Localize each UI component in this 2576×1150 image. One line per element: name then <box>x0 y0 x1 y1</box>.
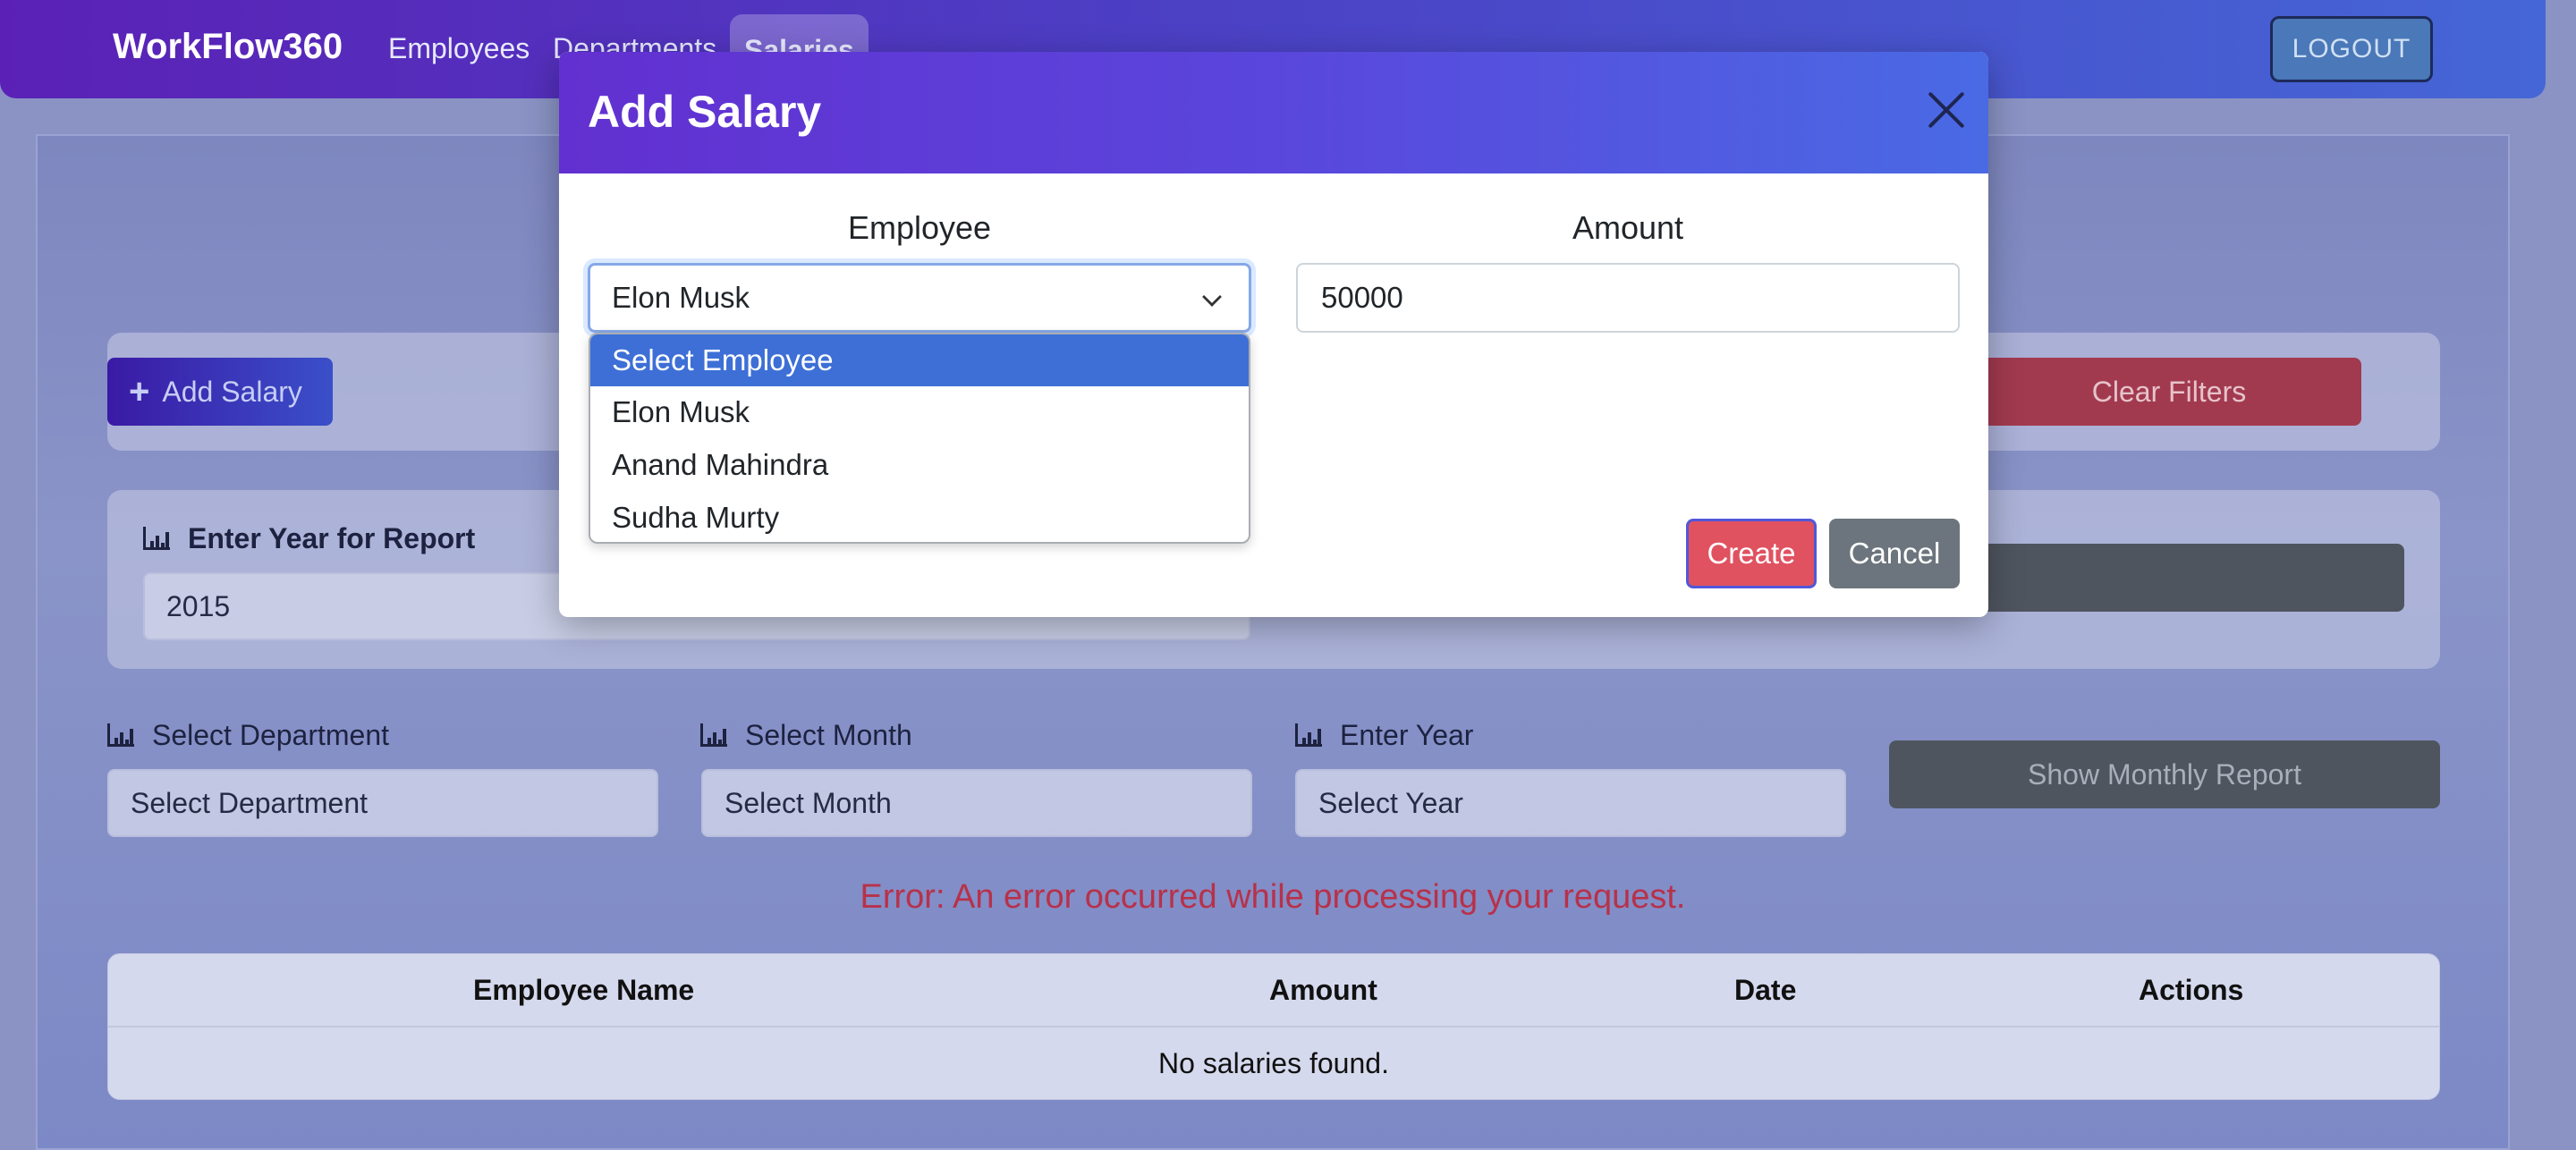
dropdown-option-elon-musk[interactable]: Elon Musk <box>590 386 1249 438</box>
employee-dropdown-list: Select Employee Elon Musk Anand Mahindra… <box>589 333 1250 544</box>
show-monthly-report-button[interactable]: Show Monthly Report <box>1889 740 2440 808</box>
modal-header: Add Salary <box>559 52 1988 173</box>
add-salary-label: Add Salary <box>162 376 302 408</box>
close-icon[interactable] <box>1926 89 1967 131</box>
table-divider <box>108 1026 2439 1027</box>
add-salary-button[interactable]: + Add Salary <box>107 358 333 426</box>
create-button[interactable]: Create <box>1686 519 1817 588</box>
column-header-employee-name: Employee Name <box>473 974 695 1006</box>
month-select[interactable]: Select Month <box>701 769 1252 837</box>
employee-select-value: Elon Musk <box>612 281 750 314</box>
plus-icon: + <box>129 372 150 411</box>
empty-table-message: No salaries found. <box>1158 1047 1389 1079</box>
chevron-down-icon <box>1202 287 1222 307</box>
month-filter-label: Select Month <box>700 719 912 752</box>
department-filter-label: Select Department <box>107 719 389 752</box>
modal-title: Add Salary <box>588 87 822 137</box>
dropdown-option-select-employee[interactable]: Select Employee <box>590 334 1249 386</box>
nav-link-employees[interactable]: Employees <box>388 32 530 65</box>
amount-label: Amount <box>1572 209 1684 246</box>
salaries-table: Employee Name Amount Date Actions No sal… <box>107 953 2440 1100</box>
report-year-label: Enter Year for Report <box>143 522 475 555</box>
cancel-button[interactable]: Cancel <box>1829 519 1960 588</box>
column-header-date: Date <box>1734 974 1797 1006</box>
dropdown-option-sudha-murty[interactable]: Sudha Murty <box>590 492 1249 542</box>
year-filter-label: Enter Year <box>1295 719 1473 752</box>
column-header-amount: Amount <box>1269 974 1377 1006</box>
employee-select[interactable]: Elon Musk <box>588 263 1251 333</box>
bar-chart-icon <box>1295 723 1322 747</box>
department-select[interactable]: Select Department <box>107 769 658 837</box>
logout-button[interactable]: LOGOUT <box>2270 16 2433 82</box>
bar-chart-icon <box>700 723 727 747</box>
brand-logo[interactable]: WorkFlow360 <box>113 27 343 67</box>
dropdown-option-anand-mahindra[interactable]: Anand Mahindra <box>590 439 1249 491</box>
bar-chart-icon <box>107 723 134 747</box>
bar-chart-icon <box>143 527 170 550</box>
year-filter-input[interactable]: Select Year <box>1295 769 1846 837</box>
column-header-actions: Actions <box>2139 974 2244 1006</box>
employee-label: Employee <box>847 209 992 246</box>
error-message: Error: An error occurred while processin… <box>860 878 1686 916</box>
clear-filters-button[interactable]: Clear Filters <box>1977 358 2361 426</box>
amount-input[interactable]: 50000 <box>1296 263 1960 333</box>
